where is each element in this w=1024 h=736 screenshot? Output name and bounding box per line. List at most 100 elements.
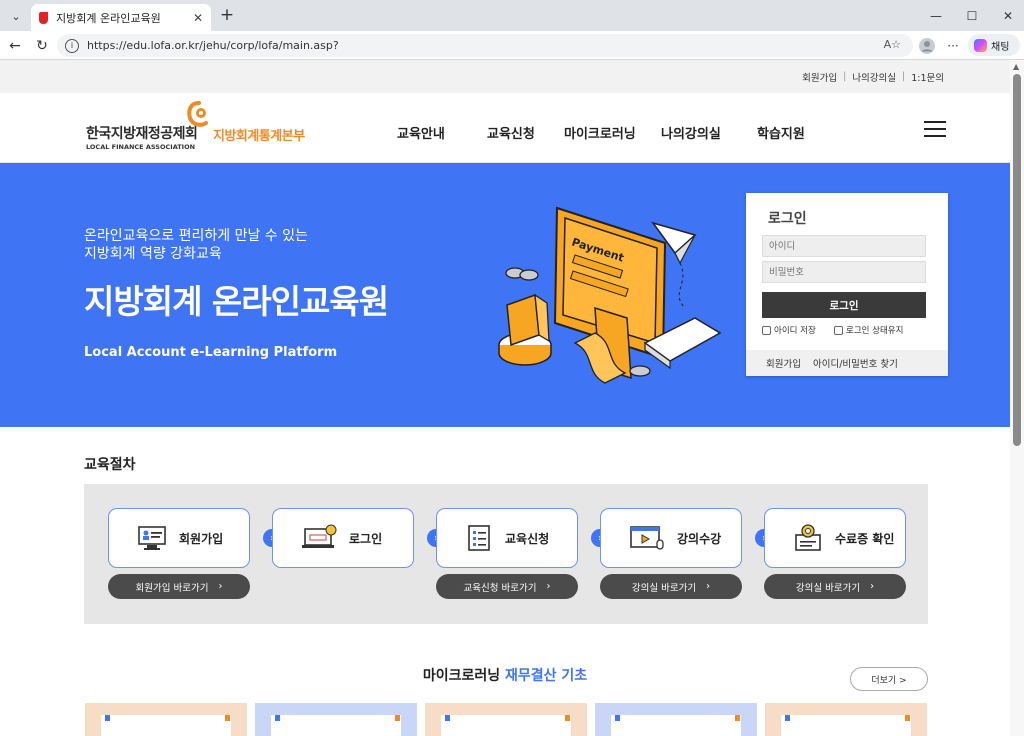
- scroll-up-arrow-icon[interactable]: ▲: [1013, 62, 1019, 71]
- hero-subtitle: 온라인교육으로 편리하게 만날 수 있는 지방회계 역량 강화교육: [84, 227, 308, 263]
- go-join-button[interactable]: 회원가입 바로가기 ›: [108, 574, 250, 599]
- reload-icon[interactable]: ↻: [31, 35, 53, 57]
- new-tab-plus-icon[interactable]: +: [216, 4, 238, 26]
- hero-subtitle-line1: 온라인교육으로 편리하게 만날 수 있는: [84, 228, 308, 244]
- read-aloud-and-favorite-icons[interactable]: A☆: [884, 38, 901, 51]
- keep-login-checkbox-box[interactable]: [834, 325, 843, 335]
- site-header: 한국지방재정공제회 LOCAL FINANCE ASSOCIATION 지방회계…: [0, 93, 1010, 163]
- go-classroom-label-2: 강의실 바로가기: [795, 582, 861, 594]
- step-card-login: 로그인: [272, 508, 414, 568]
- logo-mark-icon: [187, 101, 208, 127]
- save-id-label: 아이디 저장: [774, 326, 816, 336]
- micro-card-5[interactable]: [765, 703, 927, 736]
- go-apply-button[interactable]: 교육신청 바로가기 ›: [436, 574, 578, 599]
- nav-learning-support[interactable]: 학습지원: [757, 123, 805, 142]
- tab-title: 지방회계 온라인교육원: [56, 11, 161, 25]
- go-apply-label: 교육신청 바로가기: [463, 582, 537, 594]
- logo-english-text: LOCAL FINANCE ASSOCIATION: [86, 143, 196, 151]
- keep-login-checkbox[interactable]: 로그인 상태유지: [834, 324, 903, 336]
- step-card-apply: 교육신청: [436, 508, 578, 568]
- login-title: 로그인: [768, 211, 807, 227]
- nav-my-classroom[interactable]: 나의강의실: [661, 123, 721, 142]
- go-join-label: 회원가입 바로가기: [135, 582, 209, 594]
- micro-card-3[interactable]: [425, 703, 587, 736]
- keep-login-label: 로그인 상태유지: [846, 326, 904, 336]
- step-label-join: 회원가입: [179, 531, 224, 546]
- step-label-certificate: 수료증 확인: [835, 531, 895, 546]
- copilot-logo-icon: [974, 38, 987, 52]
- url-text: https://edu.lofa.or.kr/jehu/corp/lofa/ma…: [87, 39, 339, 52]
- go-classroom-label: 강의실 바로가기: [631, 582, 697, 594]
- back-arrow-icon[interactable]: ←: [4, 35, 26, 57]
- step-label-apply: 교육신청: [505, 531, 550, 546]
- procedure-steps-panel: 회원가입 › 로그인 › 교육신청 ›: [84, 484, 928, 624]
- go-classroom-button-2[interactable]: 강의실 바로가기 ›: [764, 574, 906, 599]
- micro-card-2[interactable]: [255, 703, 417, 736]
- browser-toolbar: ← ↻ i https://edu.lofa.or.kr/jehu/corp/l…: [0, 31, 1024, 60]
- video-lecture-icon: [630, 526, 664, 550]
- browser-tab-active[interactable]: 지방회계 온라인교육원 ✕: [31, 4, 211, 31]
- scrollbar-thumb[interactable]: [1013, 74, 1021, 446]
- login-find-link[interactable]: 아이디/비밀번호 찾기: [813, 356, 898, 370]
- more-options-icon[interactable]: ···: [942, 35, 964, 57]
- login-id-input[interactable]: [762, 235, 926, 257]
- nav-education-apply[interactable]: 교육신청: [487, 123, 535, 142]
- login-join-link[interactable]: 회원가입: [766, 356, 801, 370]
- chevron-right-icon: ›: [218, 581, 223, 592]
- chevron-right-icon: ›: [870, 581, 875, 592]
- window-minimize-icon[interactable]: —: [918, 0, 954, 31]
- laptop-password-icon: [302, 524, 337, 548]
- save-id-checkbox[interactable]: 아이디 저장: [762, 324, 816, 336]
- nav-microlearning[interactable]: 마이크로러닝: [564, 123, 636, 142]
- hamburger-menu-icon[interactable]: [924, 121, 946, 137]
- hero-tagline: Local Account e-Learning Platform: [84, 345, 338, 360]
- payment-monitor-illustration-icon: Payment: [498, 206, 722, 384]
- page-viewport: 회원가입 | 나의강의실 | 1:1문의 한국지방재정공제회 LOCAL FIN…: [0, 60, 1010, 736]
- step-card-join: 회원가입: [108, 508, 250, 568]
- login-panel: 로그인 로그인 아이디 저장 로그인 상태유지 회원가입 아이디/비밀번호 찾기: [746, 193, 948, 376]
- profile-avatar-icon[interactable]: [916, 35, 938, 57]
- step-label-lecture: 강의수강: [677, 531, 722, 546]
- more-button[interactable]: 더보기 >: [850, 667, 928, 691]
- application-form-icon: [468, 525, 490, 551]
- logo-division-text: 지방회계통계본부: [213, 129, 305, 144]
- chevron-right-icon: ›: [706, 581, 711, 592]
- certificate-icon: [795, 524, 821, 551]
- save-id-checkbox-box[interactable]: [762, 325, 771, 335]
- login-links: 회원가입 아이디/비밀번호 찾기: [746, 350, 948, 376]
- step-card-certificate: 수료증 확인: [764, 508, 906, 568]
- nav-education-info[interactable]: 교육안내: [397, 123, 445, 142]
- utility-join-link[interactable]: 회원가입: [802, 70, 837, 84]
- hero-title: 지방회계 온라인교육원: [84, 282, 389, 321]
- copilot-chat-button[interactable]: 채팅: [968, 34, 1020, 56]
- tab-list-chevron-icon[interactable]: ⌄: [5, 5, 27, 27]
- micro-title-accent: 재무결산 기초: [505, 668, 588, 684]
- step-card-lecture: 강의수강: [600, 508, 742, 568]
- hero-subtitle-line2: 지방회계 역량 강화교육: [84, 246, 222, 262]
- utility-myroom-link[interactable]: 나의강의실: [852, 70, 896, 84]
- browser-tab-strip: ⌄ 지방회계 온라인교육원 ✕ + — ☐ ✕: [0, 0, 1024, 31]
- hero-banner: 온라인교육으로 편리하게 만날 수 있는 지방회계 역량 강화교육 지방회계 온…: [0, 163, 1010, 427]
- procedure-section-title: 교육절차: [84, 457, 136, 473]
- monitor-user-icon: [138, 526, 166, 550]
- login-submit-button[interactable]: 로그인: [762, 292, 926, 318]
- login-password-input[interactable]: [762, 261, 926, 283]
- micro-title-plain: 마이크로러닝: [422, 668, 501, 684]
- window-close-icon[interactable]: ✕: [990, 0, 1024, 31]
- window-maximize-icon[interactable]: ☐: [954, 0, 990, 31]
- site-info-icon[interactable]: i: [65, 38, 79, 53]
- chevron-right-icon: ›: [546, 581, 551, 592]
- copilot-label: 채팅: [991, 41, 1010, 53]
- site-favicon-icon: [39, 11, 48, 24]
- site-logo[interactable]: 한국지방재정공제회 LOCAL FINANCE ASSOCIATION 지방회계…: [86, 101, 326, 156]
- micro-card-1[interactable]: [85, 703, 247, 736]
- tab-close-icon[interactable]: ✕: [193, 11, 203, 25]
- address-bar-input[interactable]: i https://edu.lofa.or.kr/jehu/corp/lofa/…: [57, 34, 913, 57]
- micro-card-4[interactable]: [595, 703, 757, 736]
- logo-korean-text: 한국지방재정공제회: [86, 126, 198, 142]
- step-label-login: 로그인: [349, 531, 383, 546]
- utility-bar: 회원가입 | 나의강의실 | 1:1문의: [0, 60, 1010, 93]
- go-classroom-button[interactable]: 강의실 바로가기 ›: [600, 574, 742, 599]
- page-scrollbar[interactable]: ▲: [1010, 60, 1024, 736]
- utility-inquiry-link[interactable]: 1:1문의: [911, 70, 944, 84]
